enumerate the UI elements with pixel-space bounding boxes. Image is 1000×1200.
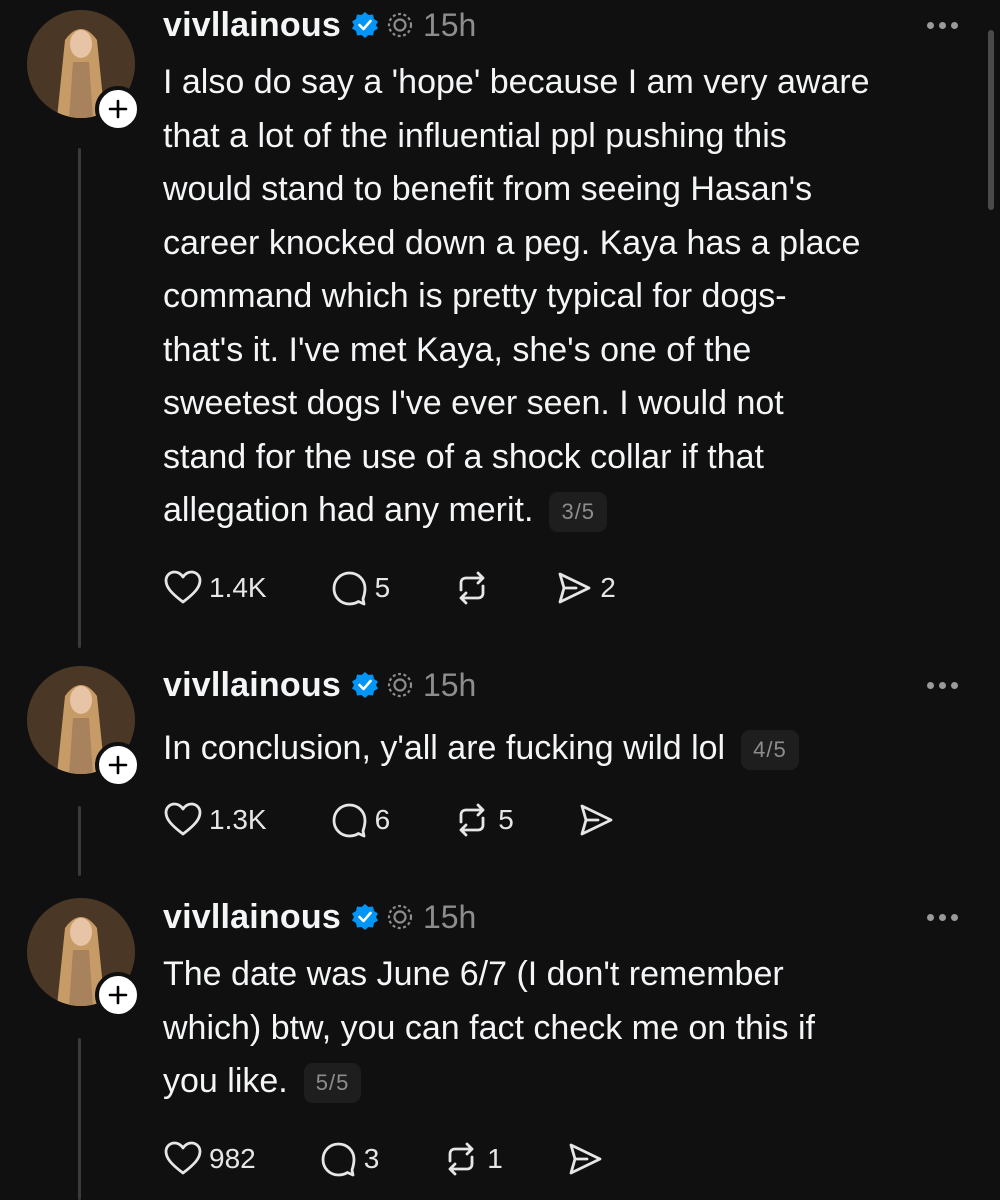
repost-count: 1 — [487, 1143, 503, 1174]
post-header: vivllainous 15h — [163, 892, 476, 942]
thread-ai-icon — [385, 670, 415, 700]
timestamp: 15h — [422, 6, 477, 43]
follow-plus-button[interactable] — [95, 972, 141, 1018]
thread-line — [78, 1038, 81, 1200]
username[interactable]: vivllainous — [163, 666, 341, 705]
repost-button[interactable]: 1 — [441, 1139, 503, 1179]
more-icon[interactable] — [927, 914, 958, 921]
post-header: vivllainous 15h — [163, 660, 476, 710]
text-line: In conclusion, y'all are fucking wild lo… — [163, 722, 983, 776]
post-text: In conclusion, y'all are fucking wild lo… — [163, 722, 983, 776]
plus-icon — [108, 755, 128, 775]
text-line: allegation had any merit. 3/5 — [163, 484, 983, 538]
follow-plus-button[interactable] — [95, 742, 141, 788]
text-line: that a lot of the influential ppl pushin… — [163, 116, 787, 155]
username[interactable]: vivllainous — [163, 898, 341, 937]
repost-button[interactable]: 5 — [452, 800, 514, 840]
verified-badge-icon — [351, 671, 379, 699]
follow-plus-button[interactable] — [95, 86, 141, 132]
share-icon — [558, 572, 591, 604]
timestamp: 15h — [422, 666, 477, 703]
text-line: command which is pretty typical for dogs… — [163, 277, 787, 315]
action-bar: 982 3 1 — [163, 1134, 605, 1184]
reply-button[interactable]: 3 — [318, 1139, 380, 1179]
text-line-last: In conclusion, y'all are fucking wild lo… — [163, 729, 726, 767]
thread-ai-icon — [385, 10, 415, 40]
like-count: 982 — [209, 1143, 256, 1174]
more-icon[interactable] — [927, 22, 958, 29]
verified-badge-icon — [351, 11, 379, 39]
text-line: The date was June 6/7 (I don't remember — [163, 955, 784, 993]
plus-icon — [108, 99, 128, 119]
reply-count: 5 — [374, 572, 391, 603]
thread-counter: 5/5 — [303, 1063, 362, 1104]
repost-icon — [459, 571, 485, 605]
thread-line — [78, 806, 81, 876]
comment-icon — [332, 803, 367, 838]
post-text: The date was June 6/7 (I don't remember … — [163, 948, 983, 1109]
reply-button[interactable]: 5 — [329, 568, 391, 608]
post-header: vivllainous 15h — [163, 0, 476, 50]
more-icon[interactable] — [927, 682, 958, 689]
text-line: stand for the use of a shock collar if t… — [163, 437, 764, 476]
action-bar: 1.3K 6 5 — [163, 795, 616, 845]
repost-button[interactable] — [452, 568, 492, 608]
like-button[interactable]: 982 — [163, 1139, 256, 1179]
post-text: I also do say a 'hope' because I am very… — [163, 56, 983, 538]
thread-ai-icon — [385, 902, 415, 932]
text-line-last: allegation had any merit. — [163, 491, 534, 529]
scrollbar[interactable] — [988, 30, 994, 210]
text-line: which) btw, you can fact check me on thi… — [163, 1008, 815, 1047]
repost-icon — [459, 803, 485, 837]
verified-badge-icon — [351, 903, 379, 931]
thread-line — [78, 148, 81, 648]
thread-counter: 4/5 — [741, 730, 799, 771]
reply-count: 3 — [363, 1143, 380, 1174]
text-line: career knocked down a peg. Kaya has a pl… — [163, 223, 861, 262]
plus-icon — [108, 985, 128, 1005]
share-icon — [569, 1143, 602, 1175]
like-button[interactable]: 1.4K — [163, 568, 267, 608]
share-button[interactable] — [565, 1139, 605, 1179]
heart-icon — [164, 802, 202, 836]
share-icon — [580, 804, 613, 836]
text-line: sweetest dogs I've ever seen. I would no… — [163, 384, 784, 422]
heart-icon — [164, 1141, 202, 1175]
text-line-last: you like. — [163, 1062, 288, 1100]
heart-icon — [164, 570, 202, 604]
text-line: you like. 5/5 — [163, 1055, 983, 1109]
timestamp: 15h — [422, 898, 477, 935]
share-button[interactable]: 2 — [554, 568, 616, 608]
reply-count: 6 — [374, 804, 391, 835]
reply-button[interactable]: 6 — [329, 800, 391, 840]
text-line: would stand to benefit from seeing Hasan… — [163, 170, 813, 208]
repost-count: 5 — [498, 804, 514, 835]
text-line: I also do say a 'hope' because I am very… — [163, 63, 870, 101]
username[interactable]: vivllainous — [163, 6, 341, 45]
like-count: 1.3K — [209, 804, 267, 835]
comment-icon — [321, 1142, 356, 1177]
comment-icon — [332, 571, 367, 606]
share-button[interactable] — [576, 800, 616, 840]
like-count: 1.4K — [209, 572, 267, 603]
like-button[interactable]: 1.3K — [163, 800, 267, 840]
thread-counter: 3/5 — [549, 492, 608, 533]
share-count: 2 — [600, 572, 616, 603]
text-line: that's it. I've met Kaya, she's one of t… — [163, 330, 752, 369]
repost-icon — [448, 1142, 474, 1176]
action-bar: 1.4K 5 2 — [163, 563, 616, 613]
